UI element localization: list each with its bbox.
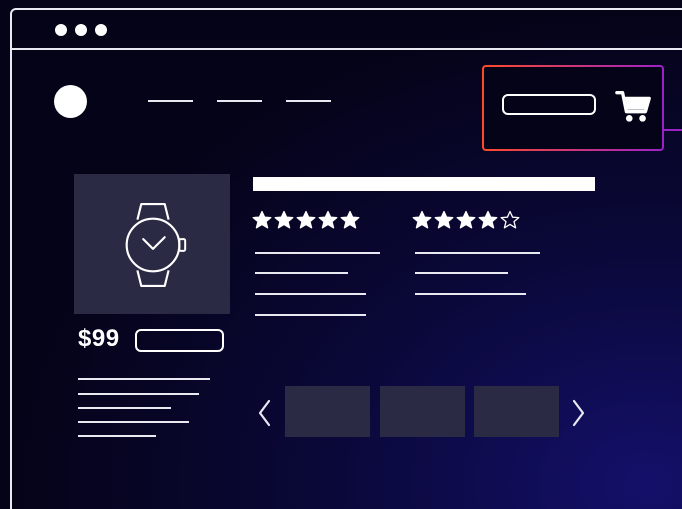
star-filled-icon <box>412 210 432 229</box>
connector-line <box>664 129 682 131</box>
shopping-cart-icon[interactable] <box>615 87 653 125</box>
star-filled-icon <box>340 210 360 229</box>
star-filled-icon <box>296 210 316 229</box>
star-filled-icon <box>456 210 476 229</box>
review-line <box>255 293 366 295</box>
product-image[interactable] <box>74 174 230 314</box>
carousel-thumbnail[interactable] <box>285 386 370 437</box>
description-line <box>78 421 189 423</box>
star-rating <box>412 210 520 230</box>
product-title <box>253 177 595 191</box>
window-control-dot[interactable] <box>75 24 87 36</box>
product-price: $99 <box>78 325 120 352</box>
description-line <box>78 393 199 395</box>
chevron-left-icon[interactable] <box>255 398 275 428</box>
add-to-cart-button[interactable] <box>135 329 224 352</box>
review-line <box>255 314 366 316</box>
chevron-right-icon[interactable] <box>568 398 588 428</box>
review-line <box>415 252 540 254</box>
review-line <box>415 272 508 274</box>
star-filled-icon <box>434 210 454 229</box>
star-empty-icon <box>500 210 520 229</box>
review-line <box>255 252 380 254</box>
nav-link[interactable] <box>217 100 262 102</box>
star-rating <box>252 210 360 230</box>
star-filled-icon <box>478 210 498 229</box>
nav-link[interactable] <box>148 100 193 102</box>
description-line <box>78 407 171 409</box>
window-control-dot[interactable] <box>55 24 67 36</box>
star-filled-icon <box>318 210 338 229</box>
nav-link[interactable] <box>286 100 331 102</box>
star-filled-icon <box>252 210 272 229</box>
review-line <box>415 293 526 295</box>
carousel-thumbnail[interactable] <box>474 386 559 437</box>
wristwatch-icon <box>125 202 187 288</box>
star-filled-icon <box>274 210 294 229</box>
site-logo[interactable] <box>54 85 87 118</box>
window-titlebar <box>12 10 682 50</box>
description-line <box>78 378 210 380</box>
description-line <box>78 435 156 437</box>
window-control-dot[interactable] <box>95 24 107 36</box>
search-input[interactable] <box>502 94 596 115</box>
carousel-thumbnail[interactable] <box>380 386 465 437</box>
cart-highlight-box <box>482 65 664 151</box>
review-line <box>255 272 348 274</box>
